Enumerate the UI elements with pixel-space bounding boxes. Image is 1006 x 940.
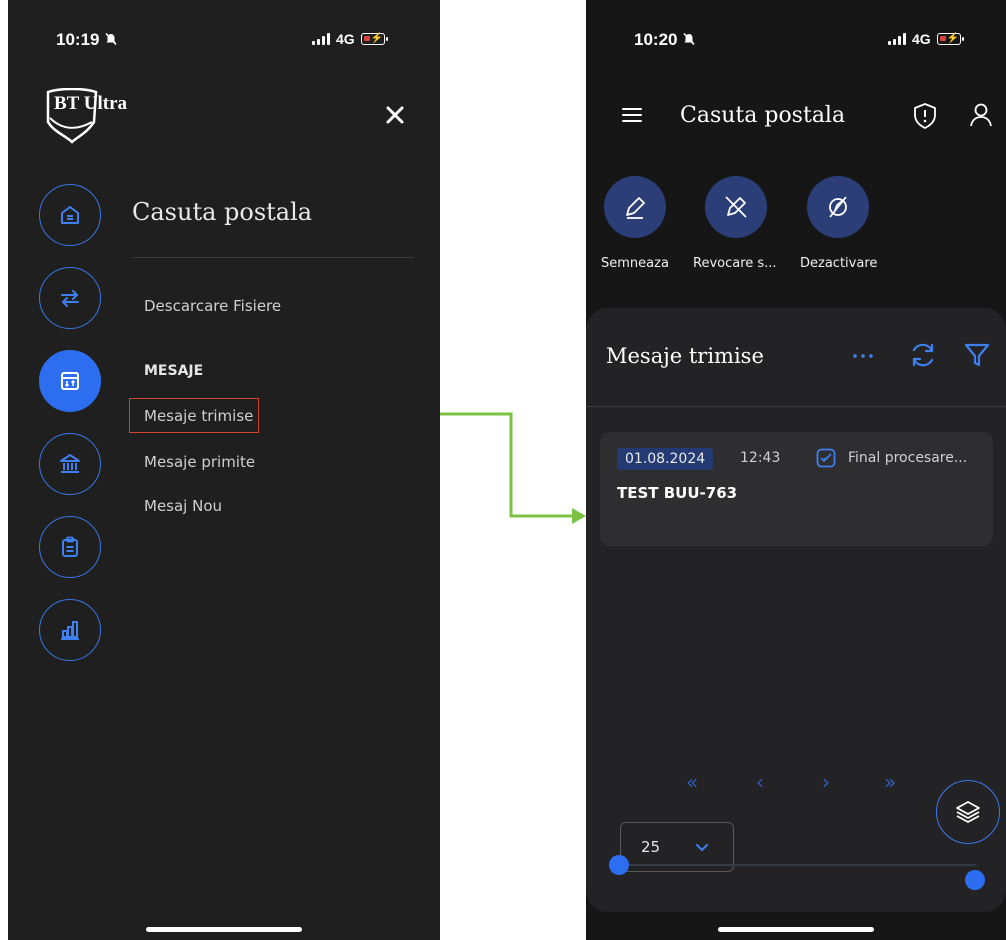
message-time: 12:43 [740, 450, 781, 466]
transition-arrow [440, 412, 586, 524]
pen-off-icon [725, 196, 747, 218]
signal-icon [312, 33, 330, 45]
message-date: 01.08.2024 [617, 448, 714, 470]
pager-last-button[interactable]: » [884, 770, 896, 794]
status-bar: 10:19 4G ⚡ [8, 0, 440, 56]
logo-text: BT Ultra [54, 93, 128, 114]
hamburger-menu-button[interactable] [622, 106, 642, 124]
refresh-icon [912, 343, 934, 367]
home-indicator [146, 927, 302, 932]
pen-icon [626, 197, 645, 219]
hamburger-icon [622, 108, 642, 122]
more-options-button[interactable] [852, 352, 874, 360]
status-indicators: 4G ⚡ [888, 31, 964, 47]
dezactivare-label: Dezactivare [800, 256, 878, 271]
menu-section-label: MESAJE [144, 363, 204, 379]
filter-button[interactable] [964, 342, 990, 368]
revocare-button[interactable] [705, 176, 767, 238]
menu-title: Casuta postala [132, 198, 313, 226]
pager-next-button[interactable]: › [822, 770, 830, 794]
menu-item-descarcare-fisiere[interactable]: Descarcare Fisiere [144, 297, 281, 315]
messages-panel: Mesaje trimise 01.08.2024 12:43 Final pr… [586, 308, 1006, 912]
slider-handle-start[interactable] [609, 855, 629, 875]
status-time: 10:20 [634, 30, 678, 49]
message-status: Final procesare... [848, 450, 968, 466]
dezactivare-button[interactable] [807, 176, 869, 238]
panel-title: Mesaje trimise [606, 344, 764, 368]
rail-chart-button[interactable] [39, 599, 101, 661]
slider-handle-end[interactable] [965, 870, 985, 890]
layers-fab-button[interactable] [936, 780, 1000, 844]
close-icon [386, 106, 404, 124]
network-label: 4G [336, 31, 355, 47]
network-label: 4G [912, 31, 931, 47]
panel-divider [586, 406, 1006, 407]
rail-clipboard-button[interactable] [39, 516, 101, 578]
shield-alert-icon [914, 103, 936, 129]
status-check-icon [816, 448, 836, 468]
filter-icon [964, 343, 990, 367]
battery-icon: ⚡ [936, 33, 964, 45]
rail-mailbox-button[interactable] [39, 350, 101, 412]
rail-home-button[interactable] [39, 184, 101, 246]
status-indicators: 4G ⚡ [312, 31, 388, 47]
status-time: 10:19 [56, 30, 100, 49]
mailbox-icon [61, 372, 79, 390]
refresh-button[interactable] [908, 340, 938, 370]
semneaza-label: Semneaza [601, 256, 669, 271]
rail-transfer-button[interactable] [39, 267, 101, 329]
clipboard-icon [62, 536, 78, 557]
status-bar: 10:20 4G ⚡ [586, 0, 1006, 56]
per-page-value: 25 [641, 838, 661, 856]
header-title: Casuta postala [680, 103, 846, 128]
revocare-label: Revocare s... [693, 256, 777, 271]
message-card[interactable]: 01.08.2024 12:43 Final procesare... TEST… [600, 432, 993, 546]
pager-first-button[interactable]: « [686, 770, 698, 794]
semneaza-button[interactable] [604, 176, 666, 238]
page-slider-track[interactable] [618, 864, 976, 866]
user-icon [970, 103, 992, 127]
transfer-icon [61, 290, 79, 307]
chart-icon [61, 621, 79, 640]
battery-icon: ⚡ [360, 33, 388, 45]
rail-bank-button[interactable] [39, 433, 101, 495]
left-phone-screen: 10:19 4G ⚡ BT Ultra Casuta postala Desca… [8, 0, 440, 940]
menu-item-mesaje-trimise[interactable]: Mesaje trimise [144, 407, 253, 425]
home-indicator [718, 927, 874, 932]
more-dots-icon [853, 354, 873, 358]
silent-icon [682, 32, 696, 46]
bt-ultra-logo: BT Ultra [44, 88, 164, 144]
close-button[interactable] [380, 100, 410, 130]
right-phone-screen: 10:20 4G ⚡ Casuta postala Semneaza Revoc… [586, 0, 1006, 940]
security-button[interactable] [912, 102, 938, 130]
layers-icon [956, 801, 980, 823]
menu-divider [132, 257, 414, 258]
profile-button[interactable] [968, 102, 994, 128]
menu-item-mesaje-primite[interactable]: Mesaje primite [144, 453, 255, 471]
menu-item-mesaj-nou[interactable]: Mesaj Nou [144, 497, 222, 515]
signal-icon [888, 33, 906, 45]
home-icon [61, 206, 79, 224]
chevron-down-icon [696, 844, 708, 852]
silent-icon [104, 32, 118, 46]
pager-prev-button[interactable]: ‹ [756, 770, 764, 794]
message-title: TEST BUU-763 [617, 484, 738, 502]
bank-icon [60, 454, 80, 473]
disable-pen-icon [829, 196, 847, 218]
